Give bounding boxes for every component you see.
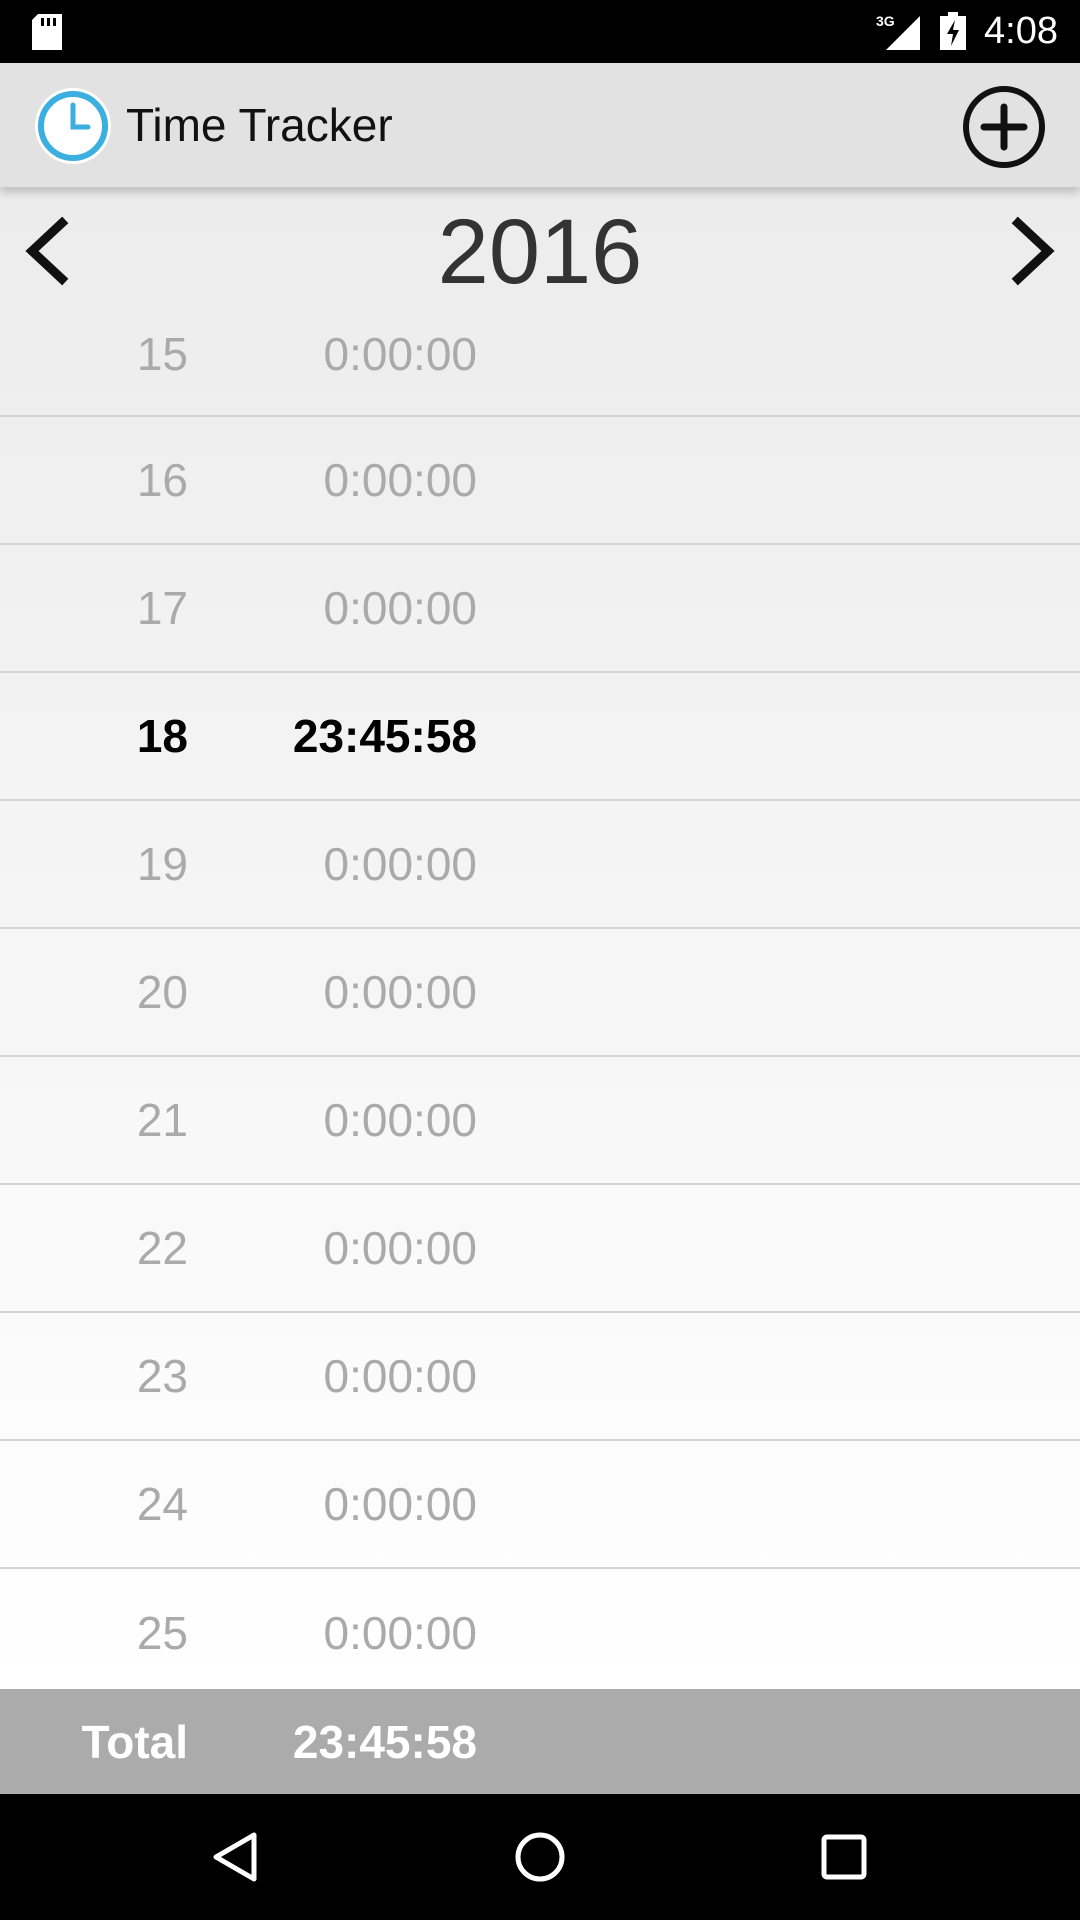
day-number: 18: [136, 710, 188, 762]
day-duration: 23:45:58: [292, 710, 477, 762]
day-row[interactable]: 23 0:00:00: [0, 1313, 1080, 1441]
day-row[interactable]: 17 0:00:00: [0, 545, 1080, 673]
day-number: 25: [136, 1607, 188, 1659]
day-row[interactable]: 25 0:00:00: [0, 1569, 1080, 1697]
day-duration: 0:00:00: [323, 1607, 477, 1659]
app-title: Time Tracker: [126, 99, 393, 151]
day-number: 17: [136, 582, 188, 634]
day-row[interactable]: 15 0:00:00: [0, 292, 1080, 417]
signal-icon: 3G: [876, 13, 920, 50]
main-content: 2016 15 0:00:00 16 0:00:00 17 0:00:00 18 23:45:…: [0, 187, 1080, 1689]
day-number: 15: [136, 327, 188, 380]
day-duration: 0:00:00: [323, 1350, 477, 1402]
day-duration: 0:00:00: [323, 1222, 477, 1274]
clock-icon: [35, 88, 111, 164]
system-nav-bar: [0, 1794, 1080, 1920]
day-row[interactable]: 21 0:00:00: [0, 1057, 1080, 1185]
day-number: 16: [136, 454, 188, 506]
recents-icon[interactable]: [814, 1827, 874, 1887]
app-bar: Time Tracker: [0, 63, 1080, 187]
day-duration: 0:00:00: [323, 838, 477, 890]
status-bar: 3G 4:08: [0, 0, 1080, 63]
day-duration: 0:00:00: [323, 966, 477, 1018]
day-list: 15 0:00:00 16 0:00:00 17 0:00:00 18 23:45:58 19 0…: [0, 292, 1080, 1697]
total-value: 23:45:58: [292, 1715, 477, 1768]
day-number: 20: [136, 966, 188, 1018]
day-row[interactable]: 19 0:00:00: [0, 801, 1080, 929]
day-number: 22: [136, 1222, 188, 1274]
battery-icon: [940, 12, 966, 50]
day-duration: 0:00:00: [323, 582, 477, 634]
home-icon[interactable]: [510, 1827, 570, 1887]
day-number: 24: [136, 1478, 188, 1530]
day-number: 21: [136, 1094, 188, 1146]
back-icon[interactable]: [206, 1827, 266, 1887]
status-clock: 4:08: [984, 10, 1058, 52]
day-duration: 0:00:00: [323, 454, 477, 506]
day-row[interactable]: 18 23:45:58: [0, 673, 1080, 801]
add-circle-icon[interactable]: [962, 85, 1046, 169]
total-bar: Total 23:45:58: [0, 1689, 1080, 1794]
day-row[interactable]: 16 0:00:00: [0, 417, 1080, 545]
total-label: Total: [81, 1715, 188, 1768]
day-row[interactable]: 24 0:00:00: [0, 1441, 1080, 1569]
day-row[interactable]: 22 0:00:00: [0, 1185, 1080, 1313]
year-label: 2016: [437, 201, 643, 303]
day-duration: 0:00:00: [323, 1478, 477, 1530]
day-duration: 0:00:00: [323, 327, 477, 380]
sd-card-icon: [32, 14, 62, 50]
network-type: 3G: [876, 13, 895, 29]
day-number: 23: [136, 1350, 188, 1402]
chevron-right-icon[interactable]: [1002, 215, 1062, 287]
day-row[interactable]: 20 0:00:00: [0, 929, 1080, 1057]
day-number: 19: [136, 838, 188, 890]
day-duration: 0:00:00: [323, 1094, 477, 1146]
